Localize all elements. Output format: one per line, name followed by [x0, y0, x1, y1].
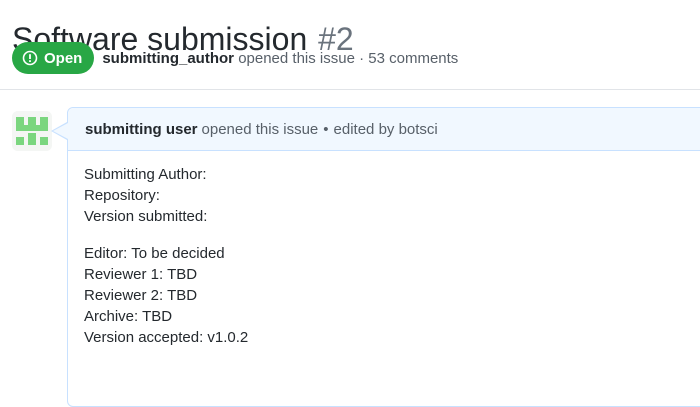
comment-header: submitting user opened this issue • edit… — [68, 108, 700, 151]
version-accepted-line: Version accepted: v1.0.2 — [84, 329, 249, 346]
issue-opened-icon — [22, 50, 38, 66]
state-label: Open — [44, 49, 83, 67]
comment-opened-text: opened this issue — [201, 120, 319, 138]
reviewer1-line: Reviewer 1: TBD — [84, 266, 198, 283]
edited-by-link[interactable]: edited by botsci — [334, 121, 438, 138]
archive-line: Archive: TBD — [84, 308, 173, 325]
identicon-avatar[interactable] — [12, 111, 52, 151]
issue-author-link[interactable]: submitting_author — [102, 50, 234, 67]
editor-line: Editor: To be decided — [84, 245, 225, 262]
state-badge: Open — [12, 42, 95, 74]
separator-dot: • — [323, 120, 329, 138]
reviewer2-line: Reviewer 2: TBD — [84, 287, 198, 304]
issue-opened-text: opened this issue · 53 comments — [238, 49, 459, 67]
comment-author-link[interactable]: submitting user — [85, 121, 198, 138]
issue-meta: Open submitting_author opened this issue… — [12, 42, 458, 74]
issue-meta-text: submitting_author opened this issue · 53… — [102, 50, 458, 67]
comment-body: Submitting Author: Repository: Version s… — [84, 164, 248, 348]
header-divider — [0, 89, 700, 90]
comment-pointer-fill — [53, 123, 68, 139]
submitting-author-line: Submitting Author: — [84, 166, 207, 183]
version-submitted-line: Version submitted: — [84, 208, 208, 225]
repository-line: Repository: — [84, 187, 160, 204]
